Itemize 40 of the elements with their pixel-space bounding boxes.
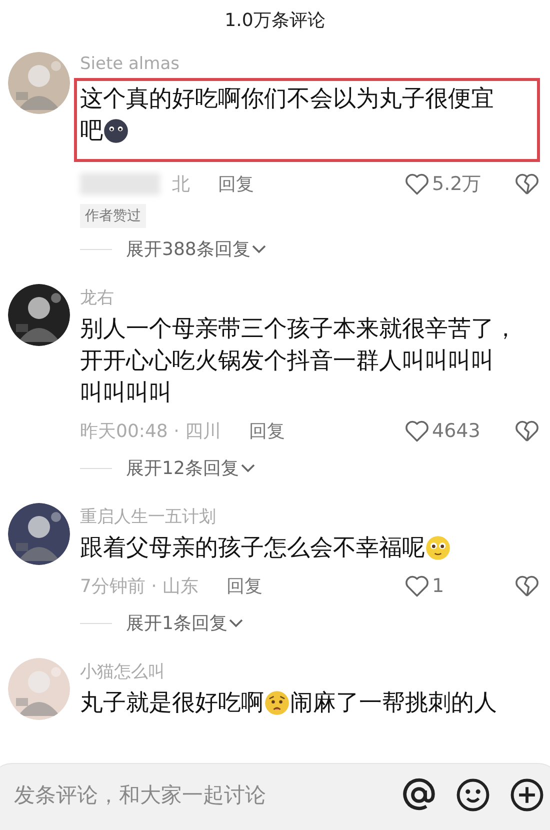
mention-icon[interactable] [402, 778, 436, 812]
comment-text: 丸子就是很好吃啊 [80, 689, 264, 718]
username[interactable]: 重启人生一五计划 [80, 505, 540, 528]
time-location: 北 [172, 173, 190, 196]
heart-icon[interactable] [404, 171, 430, 197]
heart-icon[interactable] [404, 573, 430, 599]
emoji-icon[interactable] [456, 778, 490, 812]
comment-text: 跟着父母亲的孩子怎么会不幸福呢 [80, 534, 425, 563]
emoji-face-icon [425, 535, 451, 561]
broken-heart-icon[interactable] [514, 573, 540, 599]
comment-text: 别人一个母亲带三个孩子本来就很辛苦了， [80, 315, 517, 344]
comment-input-field[interactable]: 发条评论，和大家一起讨论 [14, 778, 382, 812]
comment-text: 这个真的好吃啊你们不会以为丸子很便宜 [80, 85, 494, 114]
reply-link[interactable]: 回复 [218, 172, 254, 196]
comment-text: 吧 [80, 117, 103, 146]
expand-replies-link[interactable]: 展开388条回复 [126, 237, 268, 261]
username[interactable]: 龙右 [80, 286, 540, 309]
like-count: 1 [432, 575, 444, 597]
heart-icon[interactable] [404, 418, 430, 444]
username[interactable]: 小猫怎么叫 [80, 660, 540, 683]
like-count: 5.2万 [432, 172, 482, 197]
expand-replies-link[interactable]: 展开12条回复 [126, 456, 257, 480]
comment-bar[interactable]: 发条评论，和大家一起讨论 [0, 763, 550, 830]
expand-replies-link[interactable]: 展开1条回复 [126, 611, 246, 635]
like-count: 4643 [432, 420, 480, 442]
time-location: 7分钟前 · 山东 [80, 575, 199, 598]
broken-heart-icon[interactable] [514, 418, 540, 444]
emoji-face-icon [264, 690, 290, 716]
username[interactable]: Siete almas [80, 54, 540, 74]
comment-text: 开开心心吃火锅发个抖音一群人叫叫叫叫 [80, 347, 494, 376]
reply-link[interactable]: 回复 [249, 419, 286, 443]
broken-heart-icon[interactable] [514, 171, 540, 197]
comment-text: 叫叫叫叫 [80, 379, 172, 408]
add-icon[interactable] [510, 778, 544, 812]
time-location: 昨天00:48 · 四川 [80, 420, 222, 443]
comments-title: 1.0万条评论 [224, 9, 326, 33]
comment-text: 闹麻了一帮挑刺的人 [290, 689, 497, 718]
author-liked-badge: 作者赞过 [80, 204, 146, 228]
reply-link[interactable]: 回复 [226, 574, 263, 598]
emoji-face-icon [103, 118, 129, 144]
